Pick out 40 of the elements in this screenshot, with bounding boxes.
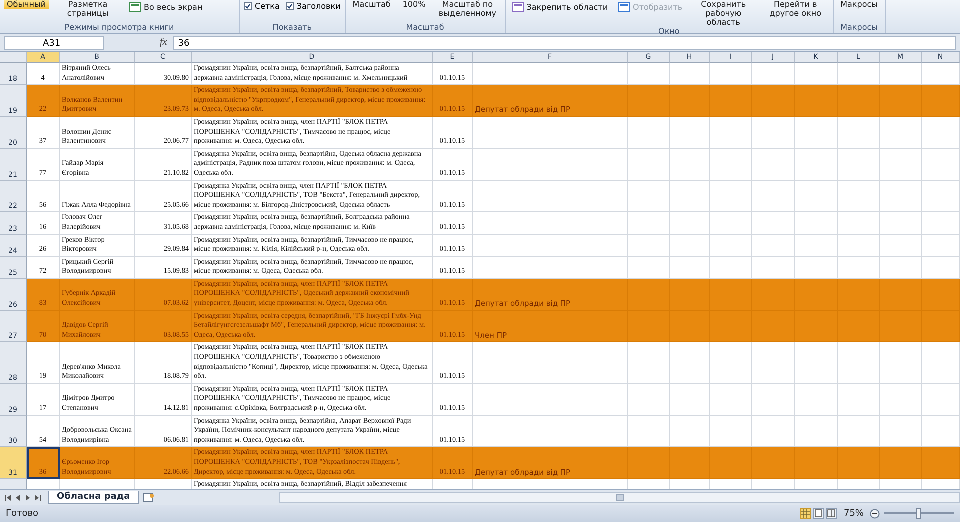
formula-field[interactable]: 36 (173, 36, 956, 50)
ribbon-tool-icon (129, 2, 142, 12)
new-sheet-icon[interactable] (143, 492, 156, 502)
sheet-navigation-icon[interactable] (4, 494, 44, 502)
ribbon-group-label: Макросы (840, 23, 879, 33)
check-icon (286, 2, 293, 10)
ribbon-button[interactable]: 100% (400, 0, 429, 9)
ribbon-group-label: Показать (272, 23, 313, 33)
zoom-out-icon[interactable] (870, 508, 880, 518)
ribbon-button[interactable]: Макросы (838, 0, 881, 9)
checkbox-label: Заголовки (296, 2, 341, 10)
ribbon-tool-icon (618, 2, 630, 12)
page-break-button[interactable] (826, 508, 837, 519)
ribbon-button[interactable]: Разметка страницы (55, 0, 122, 18)
check-icon (245, 2, 251, 10)
ribbon-button[interactable]: Во весь экран (127, 0, 205, 14)
ribbon-button[interactable]: Закрепить области (510, 0, 610, 14)
checkbox[interactable] (244, 2, 252, 10)
sheet-tab[interactable]: Обласна рада (48, 491, 140, 504)
checkbox[interactable] (286, 2, 294, 10)
horizontal-scrollbar[interactable] (279, 492, 960, 503)
ribbon-group-label: Окно (658, 27, 681, 37)
checkbox-label: Сетка (255, 2, 280, 10)
ribbon-button[interactable]: Сохранить рабочую область (690, 0, 757, 27)
name-box[interactable]: A31 (4, 36, 104, 50)
ribbon-button[interactable]: Обычный (4, 0, 50, 9)
ribbon-button[interactable]: Масштаб (350, 0, 394, 9)
zoom-slider-thumb[interactable] (916, 508, 921, 519)
ribbon-group-label: Режимы просмотра книги (64, 23, 176, 33)
zoom-level: 75% (844, 508, 864, 518)
ribbon-button[interactable]: Перейти в другое окно (762, 0, 829, 18)
ribbon-checkbox[interactable]: Заголовки (286, 0, 341, 12)
ribbon-tool-icon (512, 2, 524, 12)
page-layout-button[interactable] (812, 508, 824, 519)
normal-view-button[interactable] (800, 508, 811, 519)
ribbon-checkbox[interactable]: Сетка (244, 0, 280, 12)
function-button[interactable]: fx (160, 37, 168, 48)
ribbon-group-label: Масштаб (405, 23, 446, 33)
status-text: Готово (6, 508, 39, 518)
ribbon-button[interactable]: Масштаб по выделенному (434, 0, 501, 18)
